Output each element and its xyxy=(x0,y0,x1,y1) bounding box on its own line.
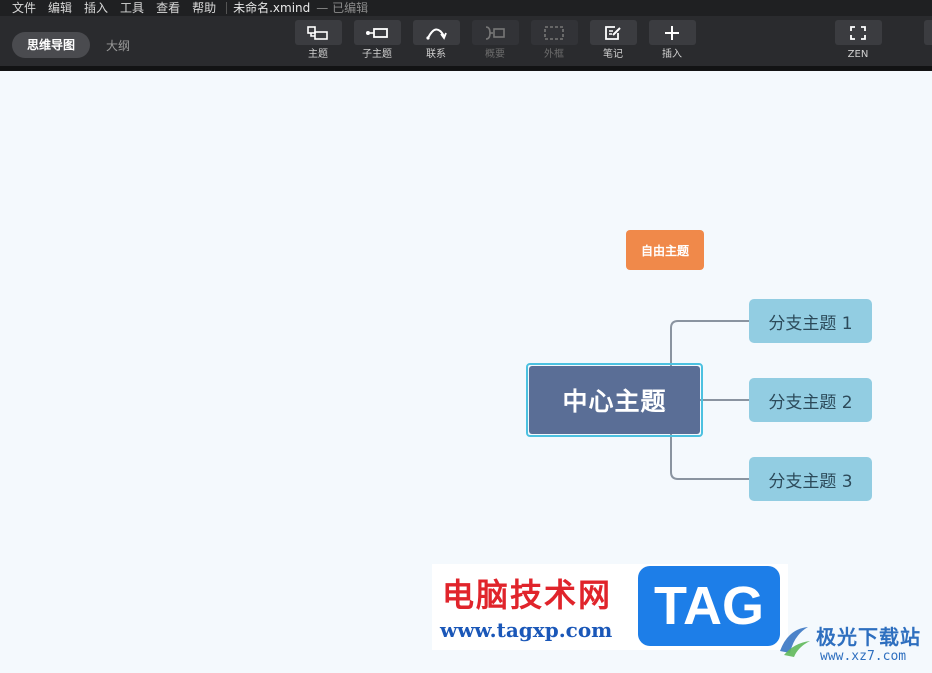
watermark-tagxp: 电脑技术网 www.tagxp.com TAG xyxy=(432,564,788,650)
floating-topic[interactable]: 自由主题 xyxy=(626,230,704,270)
watermark-xz7: 极光下载站 www.xz7.com xyxy=(770,615,932,673)
branch-topic-2[interactable]: 分支主题 2 xyxy=(749,378,872,422)
watermark-tag-badge: TAG xyxy=(638,566,780,646)
watermark-right-url: www.xz7.com xyxy=(820,649,907,664)
central-topic[interactable]: 中心主题 xyxy=(529,366,700,434)
watermark-site-name: 电脑技术网 xyxy=(442,576,613,614)
aurora-logo-icon xyxy=(780,627,810,657)
branch-topic-1[interactable]: 分支主题 1 xyxy=(749,299,872,343)
branch-topic-3[interactable]: 分支主题 3 xyxy=(749,457,872,501)
watermark-right-name: 极光下载站 xyxy=(816,625,921,649)
watermark-site-url: www.tagxp.com xyxy=(440,618,613,642)
